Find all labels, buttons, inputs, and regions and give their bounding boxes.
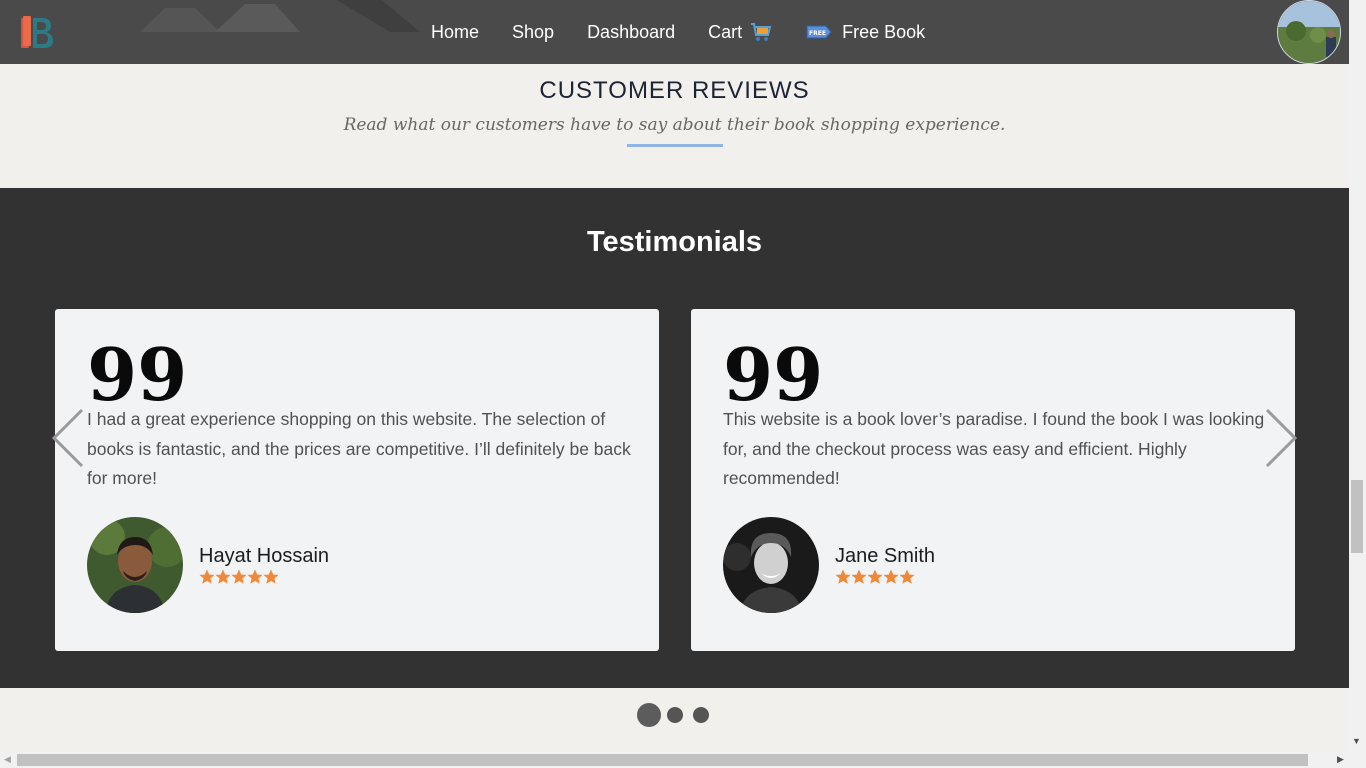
nav-free-book-link[interactable]: FREE Free Book	[806, 22, 925, 43]
testimonials-title: Testimonials	[586, 226, 763, 258]
star-icon	[215, 569, 231, 584]
star-icon	[867, 569, 883, 584]
user-avatar-image	[1278, 1, 1340, 63]
free-tag-icon: FREE	[806, 25, 832, 39]
nav-shop-label: Shop	[512, 21, 555, 42]
star-icon	[835, 569, 851, 584]
quote-icon: 99	[87, 332, 188, 417]
nav-home-link[interactable]: Home	[431, 22, 479, 43]
logo-icon[interactable]	[20, 14, 54, 50]
testimonial-card: 99 I had a great experience shopping on …	[55, 309, 659, 651]
carousel-next-arrow-icon[interactable]	[1265, 408, 1299, 468]
nav-cart-label: Cart	[708, 21, 743, 42]
header-decoration	[140, 0, 420, 32]
carousel-dot-active[interactable]	[637, 703, 661, 727]
star-icon	[851, 569, 867, 584]
carousel-dot[interactable]	[667, 707, 683, 723]
nav-dashboard-link[interactable]: Dashboard	[587, 22, 675, 43]
shopping-cart-icon	[751, 23, 772, 41]
nav-home-label: Home	[431, 21, 480, 42]
star-icon	[899, 569, 915, 584]
testimonial-card: 99 This website is a book lover’s paradi…	[691, 309, 1295, 651]
carousel-prev-arrow-icon[interactable]	[50, 408, 84, 468]
testimonial-text: I had a great experience shopping on thi…	[87, 409, 631, 488]
user-avatar[interactable]	[1277, 0, 1341, 64]
carousel-dot[interactable]	[693, 707, 709, 723]
reviewer-avatar	[87, 517, 183, 613]
scroll-down-arrow-icon[interactable]: ▼	[1352, 736, 1361, 746]
top-navbar: Home Shop Dashboard Cart FREE Free Book	[0, 0, 1349, 64]
vertical-scrollbar[interactable]	[1349, 0, 1366, 751]
quote-icon: 99	[723, 332, 824, 417]
nav-shop-link[interactable]: Shop	[512, 22, 554, 43]
testimonials-section: Testimonials 99 I had a great experience…	[0, 188, 1349, 688]
reviewer-name: Hayat Hossain	[199, 545, 330, 567]
star-icon	[263, 569, 279, 584]
reviews-title: CUSTOMER REVIEWS	[539, 77, 810, 104]
reviewer-avatar	[723, 517, 819, 613]
nav-cart-link[interactable]: Cart	[708, 21, 772, 43]
customer-reviews-header: CUSTOMER REVIEWS Read what our customers…	[0, 64, 1349, 188]
horizontal-scroll-thumb[interactable]	[17, 754, 1308, 766]
free-tag-text: FREE	[809, 30, 826, 37]
nav-free-book-label: Free Book	[842, 21, 926, 42]
nav-links: Home Shop Dashboard Cart FREE Free Book	[431, 0, 958, 64]
carousel-pagination	[0, 701, 1349, 729]
nav-dashboard-label: Dashboard	[587, 21, 676, 42]
star-icon	[231, 569, 247, 584]
reviewer-photo	[723, 517, 819, 613]
scroll-right-arrow-icon[interactable]: ▶	[1337, 754, 1344, 765]
scroll-left-arrow-icon[interactable]: ◀	[4, 754, 11, 765]
title-underline	[627, 144, 723, 147]
vertical-scroll-thumb[interactable]	[1351, 480, 1363, 553]
testimonial-text: This website is a book lover’s paradise.…	[723, 409, 1265, 488]
reviewer-photo	[87, 517, 183, 613]
star-rating	[835, 569, 915, 585]
reviews-subtitle: Read what our customers have to say abou…	[343, 115, 1006, 135]
star-icon	[247, 569, 263, 584]
star-rating	[199, 569, 279, 585]
reviewer-name: Jane Smith	[835, 545, 936, 567]
star-icon	[199, 569, 215, 584]
star-icon	[883, 569, 899, 584]
